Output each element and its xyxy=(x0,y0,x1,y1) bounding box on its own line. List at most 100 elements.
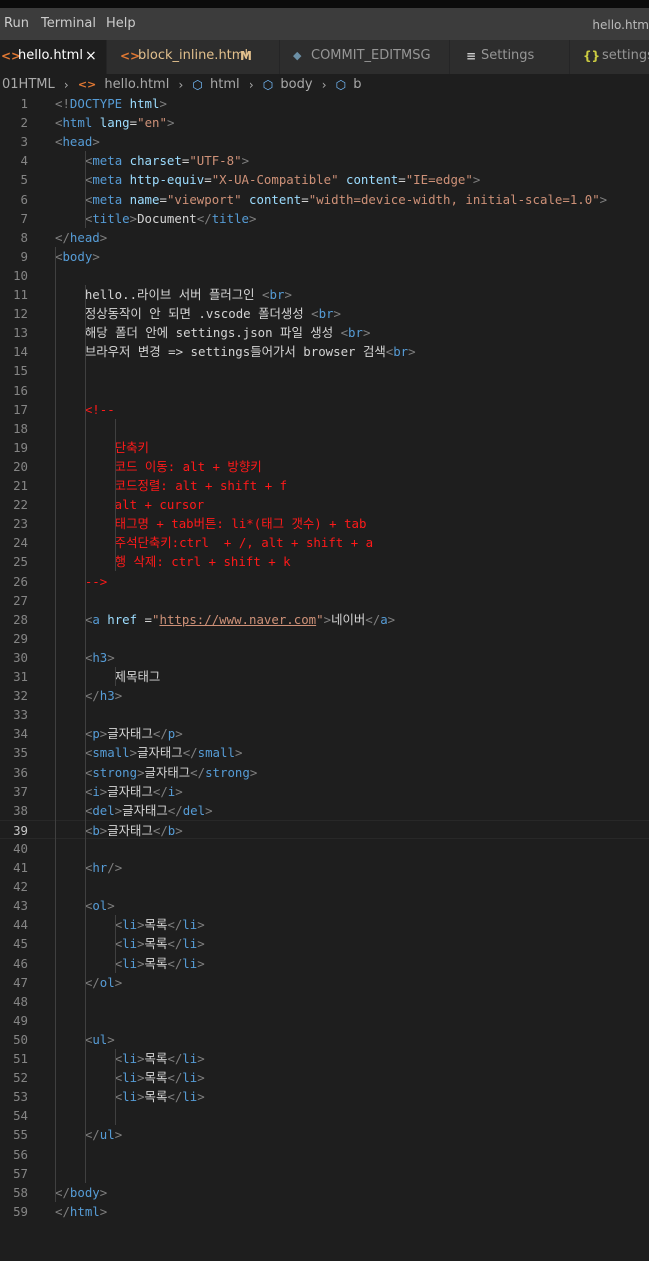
code-line[interactable]: 17 <!-- xyxy=(0,400,649,419)
tab-settings-json[interactable]: {} settings. xyxy=(570,40,649,74)
code-line[interactable]: 16 xyxy=(0,381,649,400)
code-line[interactable]: 12 정상동작이 안 되면 .vscode 폴더생성 <br> xyxy=(0,304,649,323)
symbol-element-icon: ⬡ xyxy=(192,78,203,92)
line-code: 태그명 + tab버튼: li*(태그 갯수) + tab xyxy=(55,516,367,532)
code-line[interactable]: 38 <del>글자태그</del> xyxy=(0,801,649,820)
code-line[interactable]: 35 <small>글자태그</small> xyxy=(0,743,649,762)
code-line[interactable]: 24 주석단축키:ctrl + /, alt + shift + a xyxy=(0,533,649,552)
code-line[interactable]: 57 xyxy=(0,1164,649,1183)
code-line[interactable]: 42 xyxy=(0,877,649,896)
indent-guide xyxy=(115,915,117,973)
code-line[interactable]: 33 xyxy=(0,705,649,724)
line-number: 32 xyxy=(13,688,28,704)
code-line[interactable]: 23 태그명 + tab버튼: li*(태그 갯수) + tab xyxy=(0,514,649,533)
code-line[interactable]: 34 <p>글자태그</p> xyxy=(0,724,649,743)
line-number: 49 xyxy=(13,1012,28,1028)
code-line[interactable]: 49 xyxy=(0,1011,649,1030)
code-line[interactable]: 25 행 삭제: ctrl + shift + k xyxy=(0,552,649,571)
code-line[interactable]: 11 hello..라이브 서버 플러그인 <br> xyxy=(0,285,649,304)
line-code: <del>글자태그</del> xyxy=(84,802,213,818)
code-line[interactable]: 55 </ul> xyxy=(0,1125,649,1144)
line-number: 6 xyxy=(20,191,28,207)
code-line[interactable]: 48 xyxy=(0,992,649,1011)
code-line[interactable]: 43 <ol> xyxy=(0,896,649,915)
menu-terminal[interactable]: Terminal xyxy=(41,16,96,32)
line-number: 36 xyxy=(13,764,28,780)
code-line[interactable]: 29 xyxy=(0,629,649,648)
code-line[interactable]: 19 단축키 xyxy=(0,438,649,457)
code-line[interactable]: 15 xyxy=(0,361,649,380)
line-number: 55 xyxy=(13,1127,28,1143)
line-code: alt + cursor xyxy=(55,497,205,513)
git-commit-icon: ◆ xyxy=(293,49,302,62)
menu-help[interactable]: Help xyxy=(106,16,136,32)
code-line[interactable]: 2 <html lang="en"> xyxy=(0,113,649,132)
code-line[interactable]: 46 <li>목록</li> xyxy=(0,954,649,973)
line-number: 25 xyxy=(13,554,28,570)
code-line[interactable]: 36 <strong>글자태그</strong> xyxy=(0,763,649,782)
code-line[interactable]: 56 xyxy=(0,1145,649,1164)
line-number: 45 xyxy=(13,936,28,952)
code-line[interactable]: 27 xyxy=(0,591,649,610)
code-line[interactable]: 3 <head> xyxy=(0,132,649,151)
breadcrumb-body[interactable]: body xyxy=(280,74,312,96)
code-line[interactable]: 21 코드정렬: alt + shift + f xyxy=(0,476,649,495)
code-line[interactable]: 39 <b>글자태그</b> xyxy=(0,819,649,839)
code-line[interactable]: 52 <li>목록</li> xyxy=(0,1068,649,1087)
code-line[interactable]: 13 해당 폴더 안에 settings.json 파일 생성 <br> xyxy=(0,323,649,342)
breadcrumb-b[interactable]: b xyxy=(353,74,361,96)
settings-list-icon: ≡ xyxy=(466,49,477,63)
code-line[interactable]: 22 alt + cursor xyxy=(0,495,649,514)
line-code: <small>글자태그</small> xyxy=(84,745,243,761)
breadcrumb-html[interactable]: html xyxy=(210,74,240,96)
code-line[interactable]: 40 xyxy=(0,839,649,858)
code-line[interactable]: 37 <i>글자태그</i> xyxy=(0,782,649,801)
code-line[interactable]: 50 <ul> xyxy=(0,1030,649,1049)
code-line[interactable]: 31 제목태그 xyxy=(0,667,649,686)
breadcrumb-folder[interactable]: 01HTML xyxy=(2,74,55,96)
code-line[interactable]: 8 </head> xyxy=(0,228,649,247)
code-line[interactable]: 28 <a href ="https://www.naver.com">네이버<… xyxy=(0,610,649,629)
code-line[interactable]: 20 코드 이동: alt + 방향키 xyxy=(0,457,649,476)
code-line[interactable]: 14 브라우저 변경 => settings들어가서 browser 검색<br… xyxy=(0,342,649,361)
code-line[interactable]: 10 xyxy=(0,266,649,285)
indent-guide xyxy=(115,418,117,572)
tab-commit-editmsg[interactable]: ◆ COMMIT_EDITMSG xyxy=(280,40,450,74)
code-line[interactable]: 30 <h3> xyxy=(0,648,649,667)
code-line[interactable]: 44 <li>목록</li> xyxy=(0,915,649,934)
line-number: 4 xyxy=(20,153,28,169)
code-line[interactable]: 32 </h3> xyxy=(0,686,649,705)
code-line[interactable]: 5 <meta http-equiv="X-UA-Compatible" con… xyxy=(0,170,649,189)
code-editor[interactable]: 1 <!DOCTYPE html> 2 <html lang="en"> 3 <head>… xyxy=(0,94,649,1261)
line-number: 38 xyxy=(13,802,28,818)
code-line[interactable]: 1 <!DOCTYPE html> xyxy=(0,94,649,113)
code-line[interactable]: 45 <li>목록</li> xyxy=(0,934,649,953)
close-icon[interactable]: × xyxy=(85,48,97,64)
code-line[interactable]: 59 </html> xyxy=(0,1202,649,1221)
line-number: 27 xyxy=(13,592,28,608)
tab-hello-html[interactable]: <> hello.html × xyxy=(0,40,107,74)
tab-block-inline-html[interactable]: <> block_inline.html M xyxy=(107,40,280,74)
line-number: 43 xyxy=(13,898,28,914)
line-code: <head> xyxy=(55,134,100,150)
code-line[interactable]: 26 --> xyxy=(0,572,649,591)
code-line[interactable]: 51 <li>목록</li> xyxy=(0,1049,649,1068)
breadcrumb-file[interactable]: hello.html xyxy=(104,74,169,96)
tab-settings[interactable]: ≡ Settings xyxy=(450,40,570,74)
code-line[interactable]: 41 <hr/> xyxy=(0,858,649,877)
menu-run[interactable]: Run xyxy=(4,16,29,32)
line-number: 1 xyxy=(20,96,28,111)
code-line[interactable]: 47 </ol> xyxy=(0,973,649,992)
code-line[interactable]: 18 xyxy=(0,419,649,438)
code-line[interactable]: 6 <meta name="viewport" content="width=d… xyxy=(0,190,649,209)
code-line[interactable]: 54 xyxy=(0,1106,649,1125)
code-line[interactable]: 7 <title>Document</title> xyxy=(0,209,649,228)
code-line[interactable]: 58 </body> xyxy=(0,1183,649,1202)
code-line[interactable]: 4 <meta charset="UTF-8"> xyxy=(0,151,649,170)
line-code: <!DOCTYPE html> xyxy=(55,96,167,111)
code-line[interactable]: 53 <li>목록</li> xyxy=(0,1087,649,1106)
line-number: 8 xyxy=(20,229,28,245)
code-line[interactable]: 9 <body> xyxy=(0,247,649,266)
line-code: <li>목록</li> xyxy=(114,1089,205,1105)
tab-label: hello.html xyxy=(18,48,83,63)
